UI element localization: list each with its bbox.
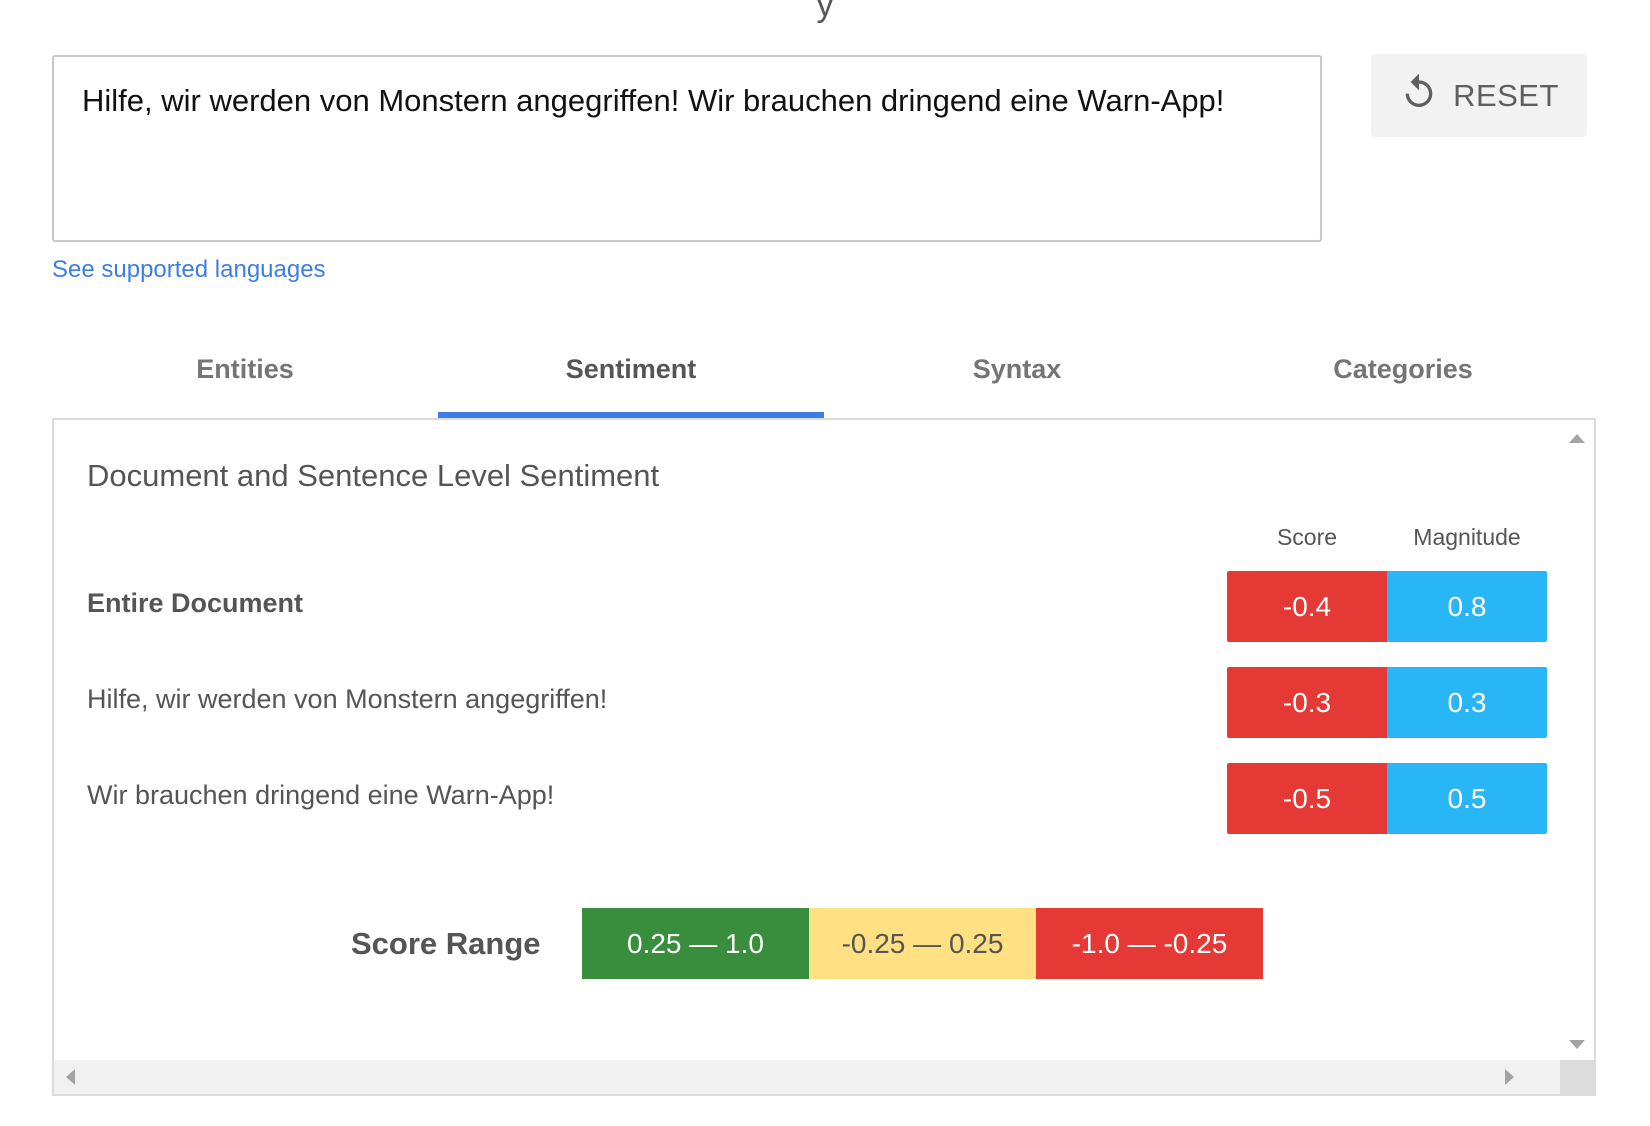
score-range-label: Score Range [351, 926, 541, 961]
row-label-sentence-1: Hilfe, wir werden von Monstern angegriff… [87, 684, 608, 714]
scroll-up-icon[interactable] [1569, 434, 1585, 443]
sentiment-panel: Document and Sentence Level Sentiment Sc… [52, 418, 1596, 1096]
score-cell: -0.3 [1227, 667, 1387, 738]
magnitude-column-header: Magnitude [1413, 524, 1521, 550]
magnitude-cell: 0.5 [1387, 763, 1547, 834]
magnitude-cell: 0.8 [1387, 571, 1547, 642]
reset-button-label: RESET [1453, 77, 1559, 113]
panel-title: Document and Sentence Level Sentiment [87, 458, 660, 493]
reset-icon [1399, 72, 1439, 120]
range-neutral: -0.25 — 0.25 [809, 908, 1036, 979]
tab-entities[interactable]: Entities [52, 330, 438, 418]
tab-categories[interactable]: Categories [1210, 330, 1596, 418]
magnitude-cell: 0.3 [1387, 667, 1547, 738]
scroll-right-icon[interactable] [1505, 1069, 1514, 1085]
supported-languages-link[interactable]: See supported languages [52, 256, 326, 284]
range-positive: 0.25 — 1.0 [582, 908, 809, 979]
tab-bar: Entities Sentiment Syntax Categories [52, 330, 1596, 418]
vertical-scrollbar[interactable] [1560, 420, 1594, 1062]
tab-sentiment[interactable]: Sentiment [438, 330, 824, 418]
tab-syntax[interactable]: Syntax [824, 330, 1210, 418]
row-label-sentence-2: Wir brauchen dringend eine Warn-App! [87, 780, 555, 810]
scroll-down-icon[interactable] [1569, 1040, 1585, 1049]
score-cell: -0.5 [1227, 763, 1387, 834]
score-column-header: Score [1276, 524, 1338, 550]
reset-button[interactable]: RESET [1371, 54, 1587, 137]
score-cell: -0.4 [1227, 571, 1387, 642]
scroll-left-icon[interactable] [66, 1069, 75, 1085]
text-input-area[interactable]: Hilfe, wir werden von Monstern angegriff… [52, 55, 1322, 242]
row-label-entire-document: Entire Document [87, 588, 304, 618]
page-title-cut: y [816, 0, 834, 24]
scrollbar-corner [1560, 1060, 1594, 1094]
range-negative: -1.0 — -0.25 [1036, 908, 1263, 979]
horizontal-scrollbar[interactable] [54, 1060, 1562, 1094]
